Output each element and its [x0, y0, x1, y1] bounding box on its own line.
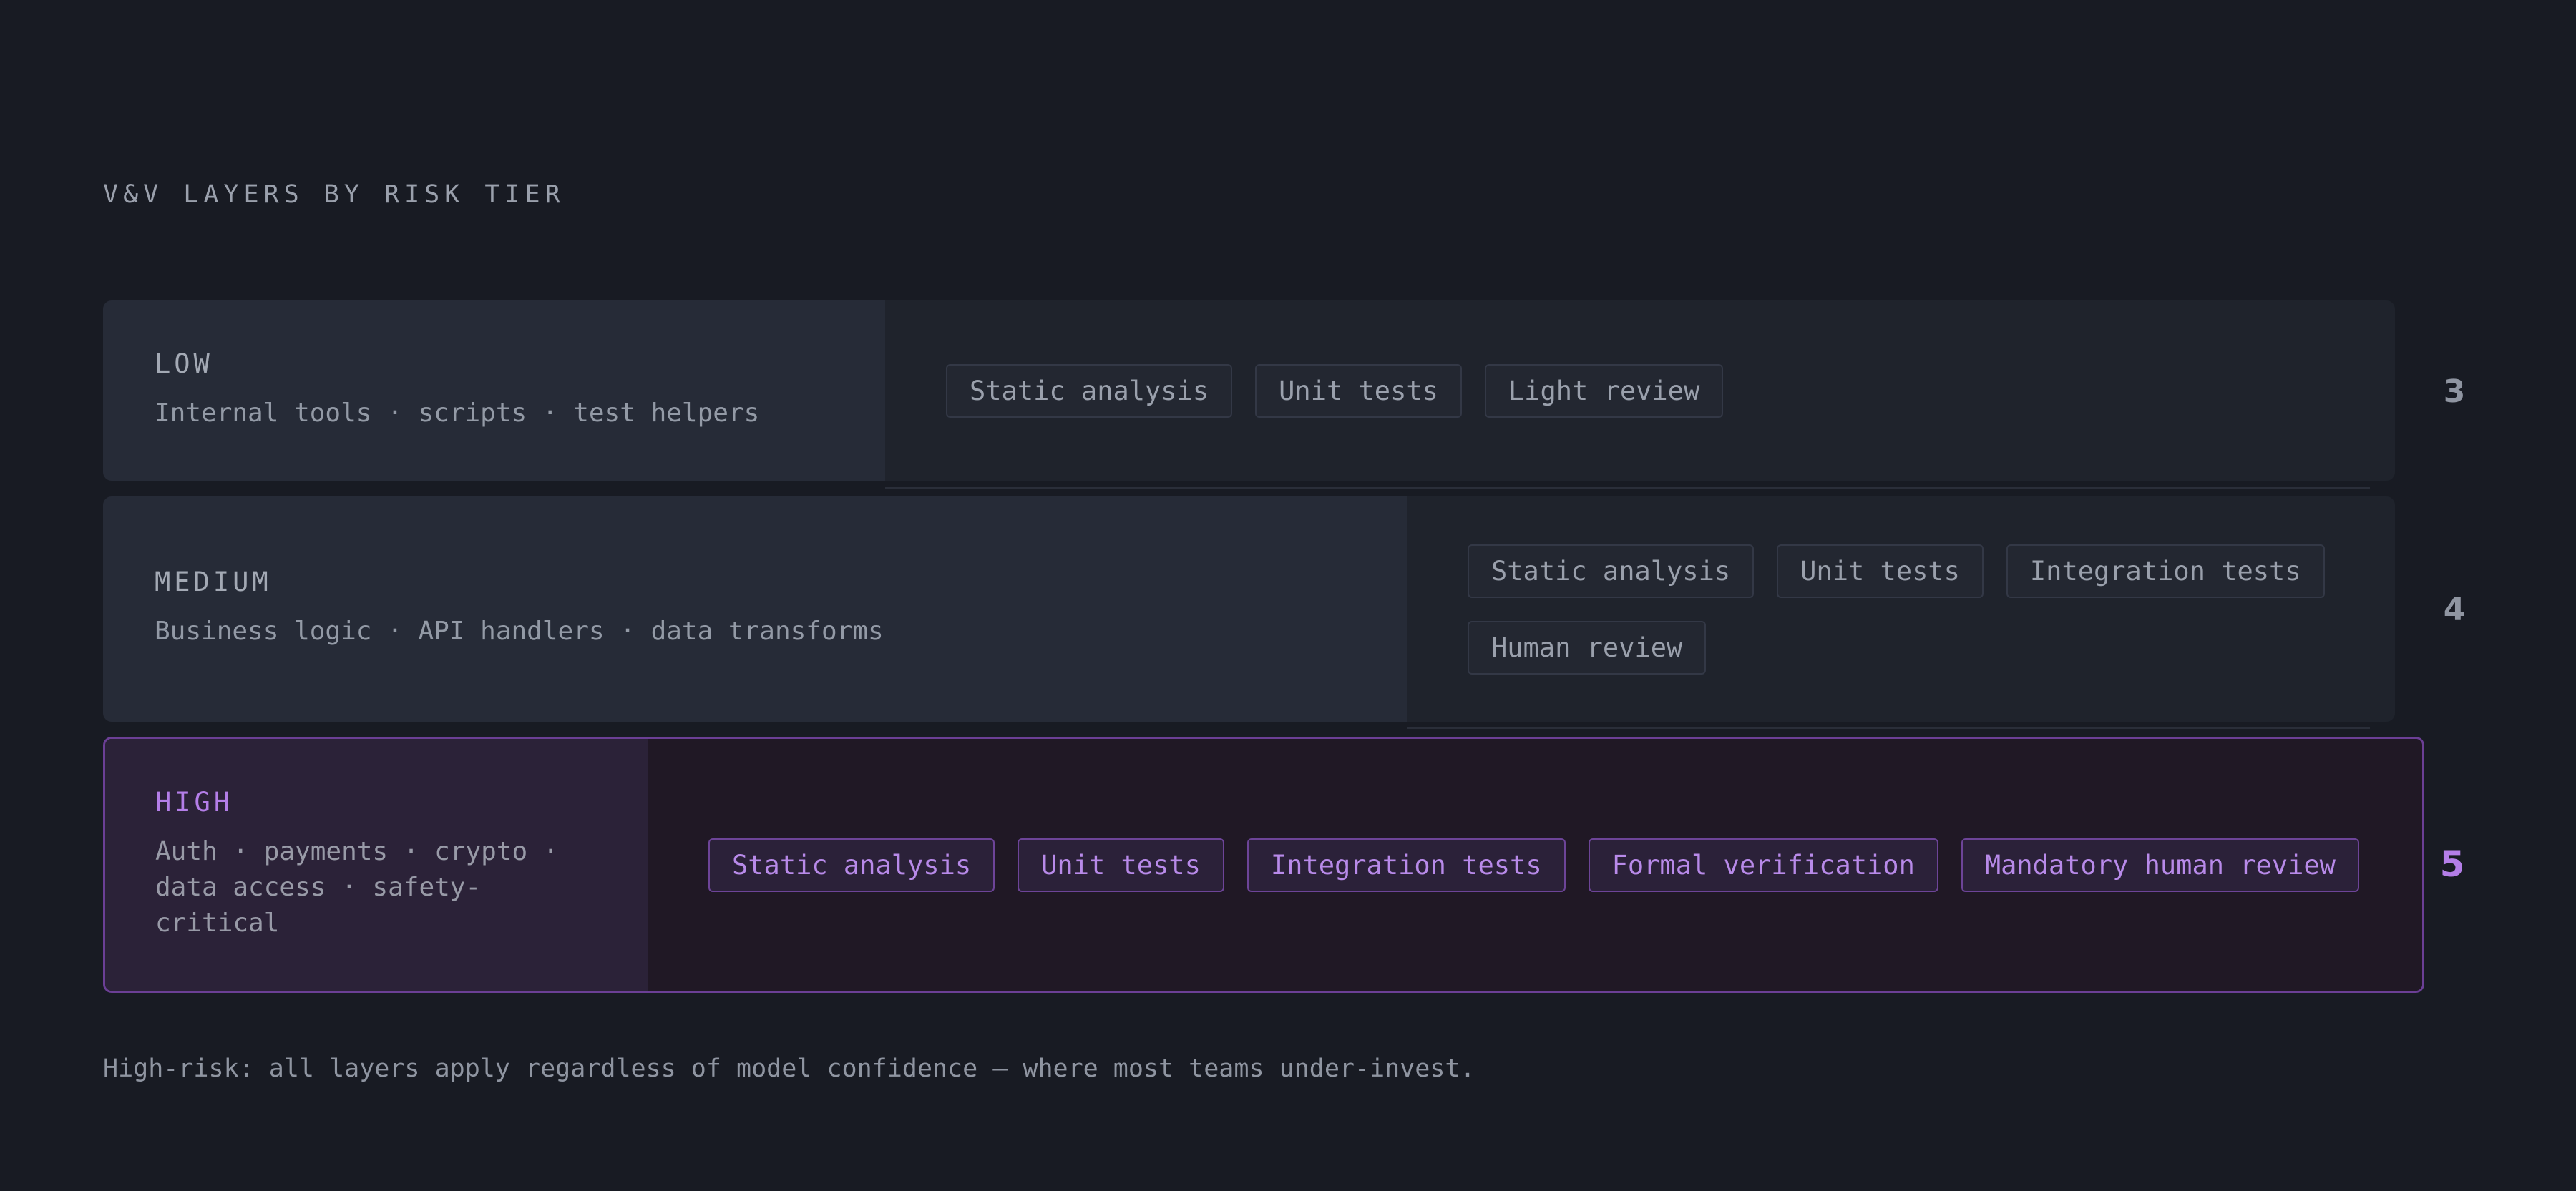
tier-divider — [885, 487, 2370, 489]
layer-chip: Unit tests — [1777, 544, 1984, 598]
tier-divider — [1407, 727, 2370, 729]
tier-high-info: HIGH Auth · payments · crypto · data acc… — [105, 739, 648, 991]
tier-low-description: Internal tools · scripts · test helpers — [155, 398, 760, 428]
layer-chip: Light review — [1484, 363, 1724, 418]
layer-chip: Static analysis — [708, 838, 995, 892]
tier-low-info: LOW Internal tools · scripts · test help… — [103, 300, 885, 481]
tier-low: LOW Internal tools · scripts · test help… — [103, 300, 2395, 481]
layer-chip: Unit tests — [1255, 363, 1462, 418]
layer-chip: Static analysis — [1468, 544, 1755, 598]
tier-high: HIGH Auth · payments · crypto · data acc… — [103, 737, 2424, 993]
tier-low-name: LOW — [155, 348, 213, 379]
layer-chip: Mandatory human review — [1961, 838, 2359, 892]
tier-medium-description: Business logic · API handlers · data tra… — [155, 617, 884, 646]
tier-low-layers: Static analysis Unit tests Light review — [885, 300, 2395, 481]
tier-medium-layers: Static analysis Unit tests Integration t… — [1407, 496, 2395, 722]
tier-high-count: 5 — [2439, 843, 2465, 885]
tier-medium: MEDIUM Business logic · API handlers · d… — [103, 496, 2395, 722]
tier-high-layers: Static analysis Unit tests Integration t… — [648, 739, 2422, 991]
tier-medium-info: MEDIUM Business logic · API handlers · d… — [103, 496, 1407, 722]
tier-high-description: Auth · payments · crypto · data access ·… — [155, 836, 559, 938]
footnote: High-risk: all layers apply regardless o… — [103, 1054, 1475, 1083]
tier-low-count: 3 — [2443, 373, 2466, 410]
tier-high-name: HIGH — [155, 786, 234, 818]
layer-chip: Unit tests — [1018, 838, 1224, 892]
layer-chip: Integration tests — [1246, 838, 1566, 892]
tier-medium-count: 4 — [2443, 592, 2466, 628]
layer-chip: Integration tests — [2006, 544, 2325, 598]
layer-chip: Static analysis — [946, 363, 1233, 418]
layer-chip: Human review — [1468, 620, 1707, 675]
diagram-title: V&V LAYERS BY RISK TIER — [103, 180, 565, 209]
tier-medium-name: MEDIUM — [155, 567, 272, 597]
layer-chip: Formal verification — [1588, 838, 1938, 892]
